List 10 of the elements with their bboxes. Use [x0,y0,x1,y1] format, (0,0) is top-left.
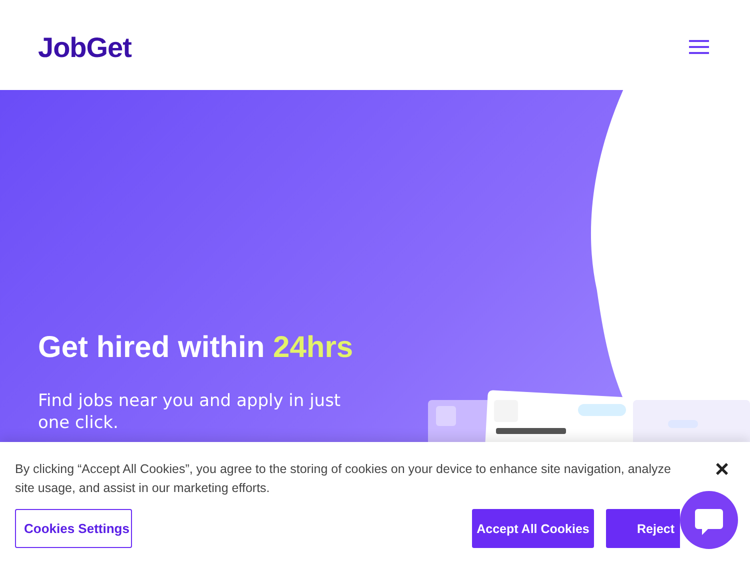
cookie-button[interactable]: Accept All Cookies [472,509,594,548]
cookie-button[interactable]: Cookies Settings [15,509,132,548]
cookie-notice: By clicking “Accept All Cookies”, you agree to the storing of cookies on your device to enhance site navigation, analyze site usage, and assist in our marketing efforts. [15,461,672,497]
logo[interactable]: JobGet [38,32,132,64]
hero-subtitle: Find jobs near you and apply in just one click. [38,390,342,434]
menu-icon[interactable] [689,40,709,54]
cookie-button[interactable]: Reject [606,509,680,548]
close-button[interactable]: × [714,460,729,480]
chat-icon[interactable] [680,491,738,549]
hero-heading: Get hired within 24hrs [38,330,354,366]
